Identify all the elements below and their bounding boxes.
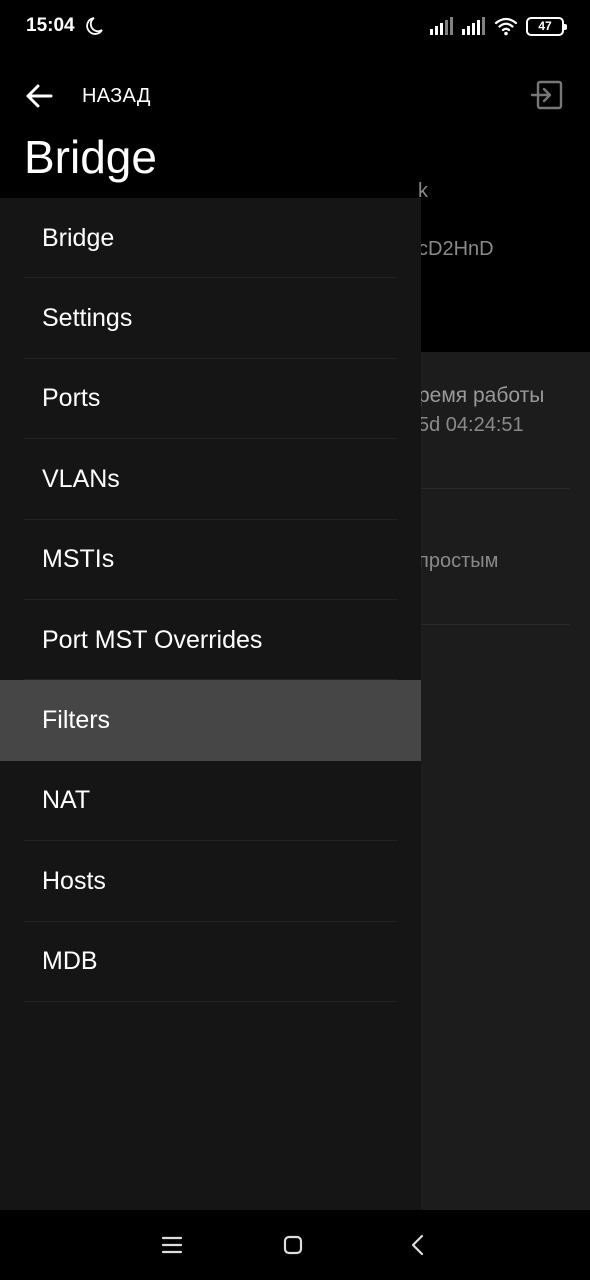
menu-item-ports[interactable]: Ports xyxy=(0,359,421,440)
background-text: простым xyxy=(418,550,499,572)
status-time: 15:04 xyxy=(26,15,75,36)
background-text: cD2HnD xyxy=(418,238,494,260)
home-icon[interactable] xyxy=(278,1230,308,1260)
battery-icon: 47 xyxy=(526,16,567,36)
navigation-drawer: Bridge Settings Ports VLANs MSTIs Port M… xyxy=(0,198,421,1210)
back-icon[interactable] xyxy=(403,1230,433,1260)
uptime-label: ремя работы xyxy=(418,384,545,407)
menu-item-settings[interactable]: Settings xyxy=(0,278,421,360)
status-bar: 15:04 47 xyxy=(0,0,590,52)
arrow-left-icon xyxy=(26,84,53,108)
battery-level: 47 xyxy=(538,19,552,33)
screen: 15:04 47 k cD2HnD ремя работы 5d 04:24:5… xyxy=(0,0,590,1280)
wifi-icon xyxy=(494,17,518,36)
signal-icon xyxy=(462,17,485,35)
menu-item-port-mst-overrides[interactable]: Port MST Overrides xyxy=(0,600,421,681)
system-nav-bar xyxy=(0,1210,590,1280)
moon-icon xyxy=(86,17,103,35)
menu-item-nat[interactable]: NAT xyxy=(0,761,421,842)
divider xyxy=(420,624,570,625)
divider xyxy=(420,488,570,489)
uptime-value: 5d 04:24:51 xyxy=(418,414,524,436)
logout-icon[interactable] xyxy=(530,79,564,111)
back-label: НАЗАД xyxy=(82,84,151,107)
page-title: Bridge xyxy=(24,131,157,183)
menu-icon[interactable] xyxy=(157,1230,187,1260)
menu-item-bridge[interactable]: Bridge xyxy=(0,198,421,279)
menu-item-vlans[interactable]: VLANs xyxy=(0,439,421,520)
signal-icon xyxy=(430,17,453,35)
menu-item-filters[interactable]: Filters xyxy=(0,680,421,761)
menu-item-hosts[interactable]: Hosts xyxy=(0,841,421,922)
status-icons: 47 xyxy=(430,14,567,38)
menu-item-mdb[interactable]: MDB xyxy=(0,922,421,1003)
menu-item-mstis[interactable]: MSTIs xyxy=(0,520,421,601)
back-button[interactable]: НАЗАД xyxy=(24,76,151,116)
